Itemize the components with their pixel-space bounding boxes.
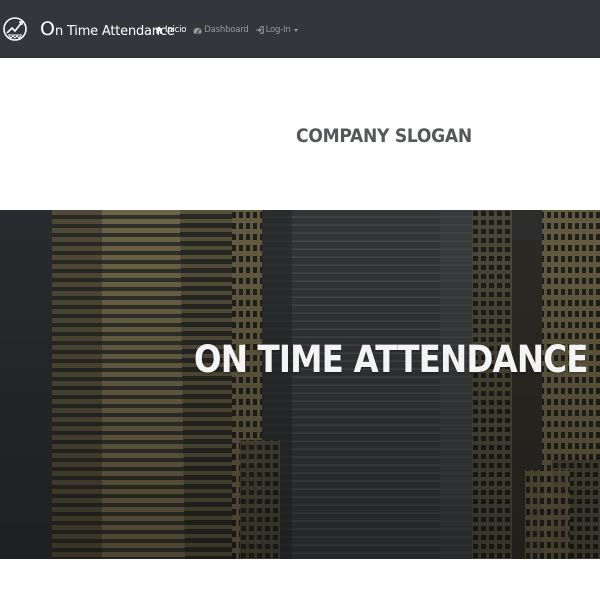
nav-label-login: Log-In xyxy=(265,25,291,35)
city-buildings-image xyxy=(0,210,600,559)
page-bottom xyxy=(0,559,600,600)
main-nav: Inicio Dashboard Log-In xyxy=(155,22,298,38)
hero-title: ON TIME ATTENDANCE xyxy=(193,338,589,381)
nav-item-dashboard[interactable]: Dashboard xyxy=(193,25,249,35)
nav-item-inicio[interactable]: Inicio xyxy=(155,25,186,35)
top-navbar: On Time Attendance Inicio Dashboard Log-… xyxy=(0,0,600,58)
brand-initial: O xyxy=(40,18,55,40)
clock-logo-icon[interactable] xyxy=(2,12,28,46)
home-icon xyxy=(155,26,163,34)
hero-banner: ON TIME ATTENDANCE xyxy=(0,210,600,559)
chevron-down-icon xyxy=(293,28,298,32)
slogan-section: COMPANY SLOGAN xyxy=(0,58,600,210)
nav-label-inicio: Inicio xyxy=(165,25,187,35)
login-icon xyxy=(256,26,264,34)
company-slogan: COMPANY SLOGAN xyxy=(296,125,472,147)
dashboard-icon xyxy=(193,27,202,34)
nav-item-login[interactable]: Log-In xyxy=(256,25,298,35)
nav-label-dashboard: Dashboard xyxy=(204,25,249,35)
